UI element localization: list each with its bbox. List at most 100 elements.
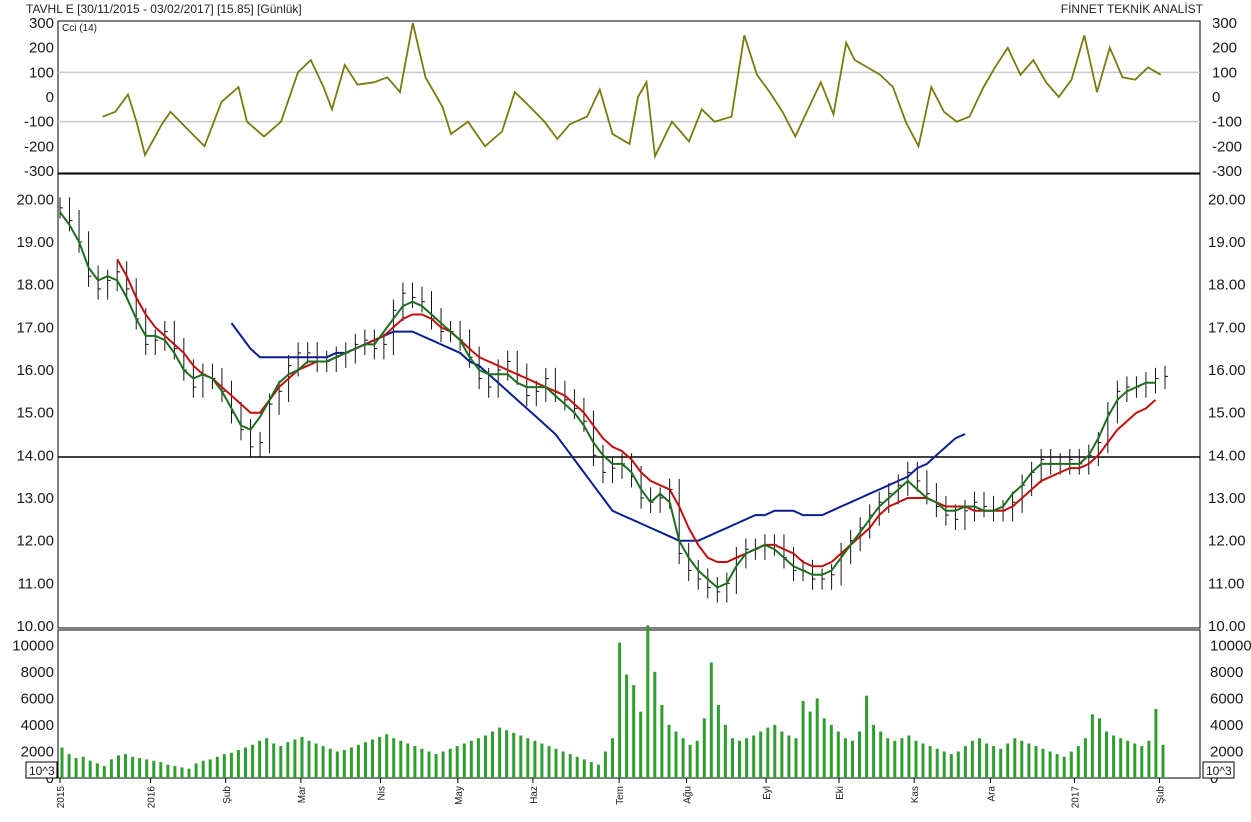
volume-bar xyxy=(949,754,953,778)
volume-bar xyxy=(829,724,833,778)
volume-bar xyxy=(385,734,389,778)
volume-bar xyxy=(893,740,897,778)
volume-bar xyxy=(307,740,311,778)
volume-bar xyxy=(709,662,713,778)
volume-bar xyxy=(858,731,861,778)
y-tick-label-left: -200 xyxy=(24,138,54,155)
volume-bar xyxy=(865,695,869,778)
volume-bar xyxy=(872,724,876,778)
volume-bar xyxy=(222,754,226,778)
volume-bar xyxy=(519,735,523,778)
y-tick-label-right: 0 xyxy=(1212,89,1220,106)
volume-bar xyxy=(836,731,840,778)
volume-bar xyxy=(251,744,255,778)
volume-bar xyxy=(74,758,78,778)
x-tick-label: Eki xyxy=(835,786,846,800)
x-tick-label: Şub xyxy=(1155,786,1166,804)
x-tick-label: Mar xyxy=(297,785,308,803)
volume-bar xyxy=(879,731,883,778)
volume-bar xyxy=(215,756,219,778)
volume-bar xyxy=(1013,738,1017,778)
volume-bar xyxy=(745,738,749,778)
volume-bar xyxy=(603,751,607,778)
volume-bar xyxy=(1083,738,1087,778)
volume-bar xyxy=(773,724,777,778)
volume-bar xyxy=(738,740,741,778)
x-tick-label: Şub xyxy=(222,786,233,804)
volume-bar xyxy=(822,718,826,778)
x-tick-label: May xyxy=(454,786,465,805)
volume-bar xyxy=(681,738,685,778)
volume-bar xyxy=(166,764,170,778)
volume-bar xyxy=(476,738,480,778)
y-tick-label-left: 100 xyxy=(29,64,54,81)
y-tick-label-left: 8000 xyxy=(21,664,54,681)
volume-bar xyxy=(596,764,600,778)
volume-bar xyxy=(1119,738,1123,778)
y-tick-label-left: 4000 xyxy=(21,717,54,734)
volume-bar xyxy=(639,711,643,778)
volume-bar xyxy=(88,760,92,778)
y-tick-label-right: 8000 xyxy=(1210,664,1243,681)
technical-analysis-chart: Cci (14) 300 300200 200100 1000 0-100 -100-20… xyxy=(12,15,1251,808)
y-tick-label-right: 18.00 xyxy=(1208,277,1246,294)
volume-bar xyxy=(159,762,163,778)
volume-bar xyxy=(1062,756,1066,778)
volume-bar xyxy=(208,759,212,778)
volume-bar xyxy=(124,754,127,778)
volume-bar xyxy=(978,738,981,778)
volume-bar xyxy=(349,747,353,778)
volume-unit-badge-right: 10^3 xyxy=(1202,761,1235,779)
volume-bar xyxy=(427,751,431,778)
volume-bar xyxy=(265,738,269,778)
volume-bar xyxy=(272,743,276,778)
ma_mid-series xyxy=(116,258,1157,568)
volume-bar xyxy=(505,730,509,778)
volume-bar xyxy=(300,736,304,778)
volume-bar xyxy=(229,752,233,778)
y-tick-label-right: 11.00 xyxy=(1208,575,1244,592)
volume-bar xyxy=(843,738,847,778)
volume-bar xyxy=(956,751,960,778)
y-tick-label-left: 12.00 xyxy=(16,533,54,550)
volume-bar xyxy=(1112,735,1116,778)
volume-bar xyxy=(448,748,452,778)
volume-bar xyxy=(985,743,989,778)
y-tick-label-right: 300 xyxy=(1212,15,1237,32)
y-tick-label-left: 14.00 xyxy=(16,447,54,464)
y-tick-label-right: 100 xyxy=(1212,64,1237,81)
volume-bar xyxy=(942,751,946,778)
volume-bar xyxy=(611,738,614,778)
y-tick-label-left: 18.00 xyxy=(16,277,54,294)
volume-bar xyxy=(258,740,262,778)
volume-bar xyxy=(935,748,939,778)
time-x-axis: 2015 2016 Şub Mar Nis May Haz Tem Ağu Eyl Eki Kas Ar… xyxy=(56,778,1166,808)
volume-bar xyxy=(131,756,135,778)
y-tick-label-left: 300 xyxy=(29,15,54,32)
volume-unit-label-right: 10^3 xyxy=(1206,764,1232,778)
volume-bar xyxy=(1133,743,1137,778)
volume-bar xyxy=(660,705,664,778)
cci-reference-lines xyxy=(58,71,1200,123)
volume-bar xyxy=(618,642,622,778)
x-tick-label: Nis xyxy=(376,786,387,800)
volume-bar xyxy=(1069,751,1073,778)
volume-bar xyxy=(102,766,106,778)
volume-bar xyxy=(399,740,403,778)
volume-bar xyxy=(688,744,692,778)
volume-bar xyxy=(173,766,177,778)
y-tick-label-right: 15.00 xyxy=(1208,405,1246,422)
volume-bar xyxy=(1154,709,1158,778)
ma-mid-line xyxy=(116,258,1157,568)
volume-bar xyxy=(928,746,932,778)
volume-bar xyxy=(491,731,494,778)
x-tick-label: 2017 xyxy=(1070,786,1081,809)
volume-bar xyxy=(625,674,629,778)
cci-series xyxy=(102,22,1162,160)
y-tick-label-left: 2000 xyxy=(21,743,54,760)
volume-bar xyxy=(886,738,890,778)
volume-bar xyxy=(752,735,756,778)
x-tick-label: Ara xyxy=(986,786,997,802)
volume-bar xyxy=(851,740,854,778)
y-tick-label-right: -300 xyxy=(1212,163,1242,180)
